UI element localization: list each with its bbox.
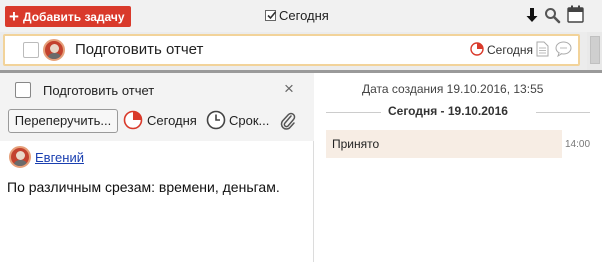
comment-icon[interactable] [555, 41, 572, 62]
deadline-label[interactable]: Срок... [229, 113, 269, 128]
history-entry: Принято [326, 130, 562, 158]
assignee-link[interactable]: Евгений [35, 150, 84, 165]
task-detail-header: Подготовить отчет × Переперучить... Сего… [0, 73, 314, 141]
document-icon[interactable] [536, 41, 549, 62]
add-task-label: Добавить задачу [23, 9, 125, 24]
heading-rule-right [536, 112, 590, 113]
detail-complete-checkbox[interactable] [15, 82, 31, 98]
detail-task-title[interactable]: Подготовить отчет [43, 83, 154, 98]
avatar [43, 39, 65, 61]
attachment-icon[interactable] [280, 111, 296, 136]
task-detail-pane: Подготовить отчет × Переперучить... Сего… [0, 73, 314, 262]
history-pane: Дата создания 19.10.2016, 13:55 Сегодня … [315, 73, 602, 262]
history-entry-text: Принято [332, 137, 380, 151]
due-today-label[interactable]: Сегодня [147, 113, 197, 128]
due-today-icon [470, 42, 484, 61]
today-filter[interactable]: Сегодня [265, 8, 329, 23]
close-icon[interactable]: × [284, 79, 294, 99]
arrow-down-icon[interactable] [526, 8, 538, 28]
task-description[interactable]: По различным срезам: времени, деньгам. [7, 179, 280, 195]
today-filter-label: Сегодня [279, 8, 329, 23]
assignee-avatar [9, 146, 31, 168]
search-icon[interactable] [544, 7, 561, 29]
scrollbar-thumb[interactable] [590, 36, 600, 64]
toolbar: + Добавить задачу Сегодня [0, 0, 602, 32]
due-today-icon[interactable] [123, 110, 143, 135]
clock-icon[interactable] [206, 110, 226, 135]
date-heading: Сегодня - 19.10.2016 [388, 104, 508, 118]
task-checkbox[interactable] [23, 42, 39, 58]
heading-rule-left [326, 112, 381, 113]
history-entry-time: 14:00 [565, 139, 591, 150]
task-list: Подготовить отчет Сегодня [0, 32, 602, 70]
calendar-icon[interactable] [567, 5, 584, 28]
plus-icon: + [9, 7, 19, 26]
today-filter-checkbox[interactable] [265, 10, 277, 21]
created-date: Дата создания 19.10.2016, 13:55 [362, 82, 544, 96]
task-due-label: Сегодня [487, 43, 533, 57]
task-row[interactable]: Подготовить отчет Сегодня [3, 34, 580, 66]
reassign-button[interactable]: Переперучить... [8, 109, 118, 133]
task-title: Подготовить отчет [75, 41, 204, 58]
add-task-button[interactable]: + Добавить задачу [5, 6, 131, 27]
